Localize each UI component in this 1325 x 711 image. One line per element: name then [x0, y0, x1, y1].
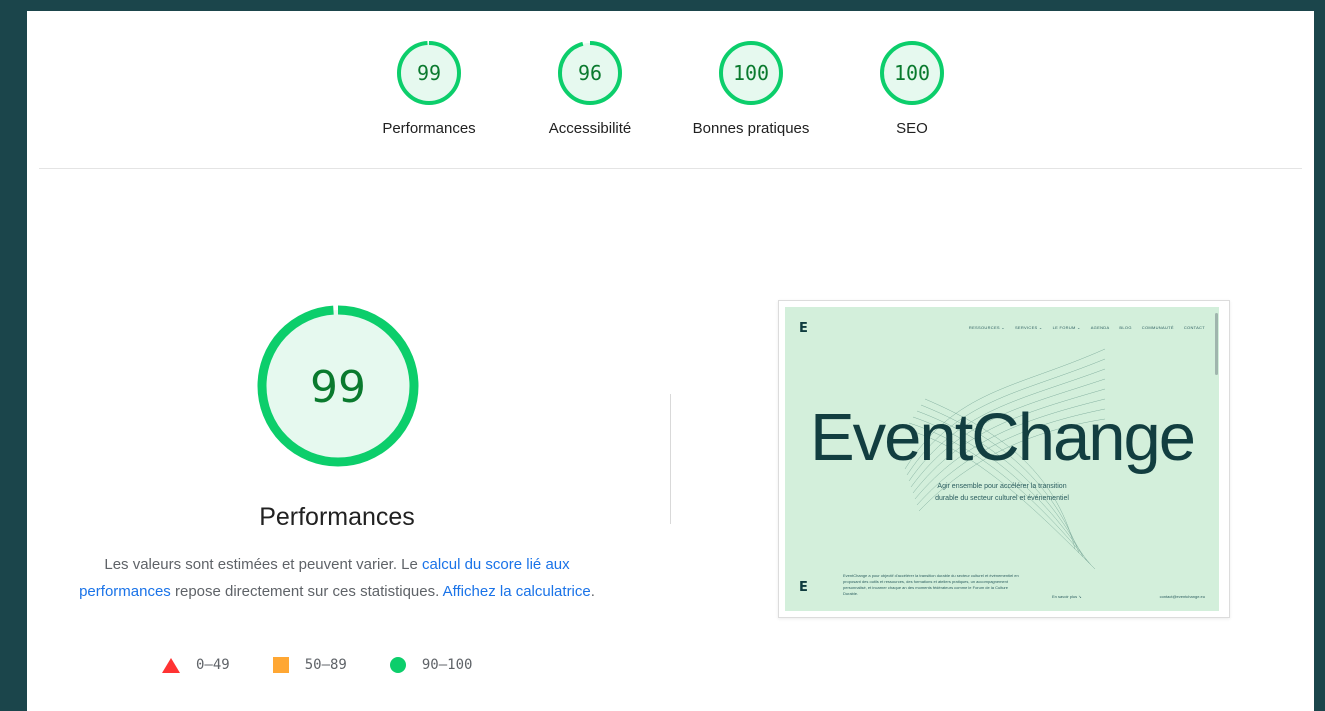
thumbnail-scrollbar [1215, 313, 1218, 375]
legend-fail-range: 0–49 [196, 657, 230, 673]
gauge-performance-ring: 99 [397, 41, 461, 105]
site-nav: RESSOURCES ⌄ SERVICES ⌄ LE FORUM ⌄ AGEND… [969, 325, 1205, 330]
gauge-best-practices-score: 100 [733, 61, 769, 85]
green-circle-icon [389, 657, 406, 673]
gauge-performance-score: 99 [417, 61, 441, 85]
nav-item: CONTACT [1183, 325, 1205, 330]
desc-text-3: . [590, 583, 595, 600]
screenshot-content: E RESSOURCES ⌄ SERVICES ⌄ LE FORUM ⌄ AGE… [785, 307, 1219, 611]
legend-fail: 0–49 [162, 657, 230, 673]
performance-title: Performances [259, 503, 415, 531]
site-footer-logo: E [799, 580, 808, 595]
site-more-link: En savoir plus ↘ [1052, 594, 1082, 599]
nav-item: BLOG [1119, 325, 1132, 330]
report-panel: 99 Performances 96 Accessibilité 100 Bon… [27, 11, 1314, 711]
site-hero-title: EventChange [809, 400, 1196, 475]
desc-text-1: Les valeurs sont estimées et peuvent var… [104, 556, 423, 573]
site-email: contact@eventchange.eu [1159, 594, 1205, 599]
legend-average: 50–89 [272, 657, 347, 673]
performance-gauge-large: 99 [257, 305, 419, 467]
red-triangle-icon [162, 657, 180, 673]
gauge-best-practices-label: Bonnes pratiques [692, 120, 810, 137]
category-gauges: 99 Performances 96 Accessibilité 100 Bon… [27, 11, 1314, 169]
score-legend: 0–49 50–89 90–100 [162, 657, 515, 673]
header-divider [39, 168, 1302, 169]
calculator-link[interactable]: Affichez la calculatrice [443, 583, 591, 600]
site-tagline: Agir ensemble pour accélérer la transiti… [935, 483, 1069, 502]
gauge-accessibility-ring: 96 [558, 41, 622, 105]
gauge-performance-label: Performances [382, 120, 476, 137]
nav-item: SERVICES ⌄ [1014, 325, 1043, 330]
nav-item: AGENDA [1090, 325, 1110, 330]
section-divider [670, 394, 671, 524]
legend-average-range: 50–89 [304, 657, 347, 673]
legend-pass: 90–100 [389, 657, 473, 673]
gauge-best-practices[interactable]: 100 Bonnes pratiques [676, 40, 826, 137]
site-logo: E [799, 321, 808, 336]
performance-score-large: 99 [310, 362, 366, 413]
gauge-seo[interactable]: 100 SEO [837, 40, 987, 137]
desc-text-2: repose directement sur ces statistiques. [170, 583, 443, 600]
gauge-seo-ring: 100 [880, 41, 944, 105]
performance-description: Les valeurs sont estimées et peuvent var… [67, 551, 607, 605]
site-footer-text: EventChange a pour objectif d'accélérer … [843, 573, 1019, 596]
nav-item: RESSOURCES ⌄ [968, 325, 1005, 330]
gauge-accessibility-score: 96 [578, 61, 602, 85]
nav-item: COMMUNAUTÉ [1141, 325, 1174, 330]
gauge-seo-label: SEO [896, 120, 928, 137]
orange-square-icon [272, 657, 289, 673]
gauge-best-practices-ring: 100 [719, 41, 783, 105]
gauge-accessibility-label: Accessibilité [548, 120, 632, 137]
gauge-performance[interactable]: 99 Performances [354, 40, 504, 137]
legend-pass-range: 90–100 [421, 657, 473, 673]
gauge-accessibility[interactable]: 96 Accessibilité [515, 40, 665, 137]
page-screenshot-thumbnail[interactable]: E RESSOURCES ⌄ SERVICES ⌄ LE FORUM ⌄ AGE… [778, 300, 1230, 618]
gauge-seo-score: 100 [894, 61, 930, 85]
nav-item: LE FORUM ⌄ [1052, 325, 1081, 330]
